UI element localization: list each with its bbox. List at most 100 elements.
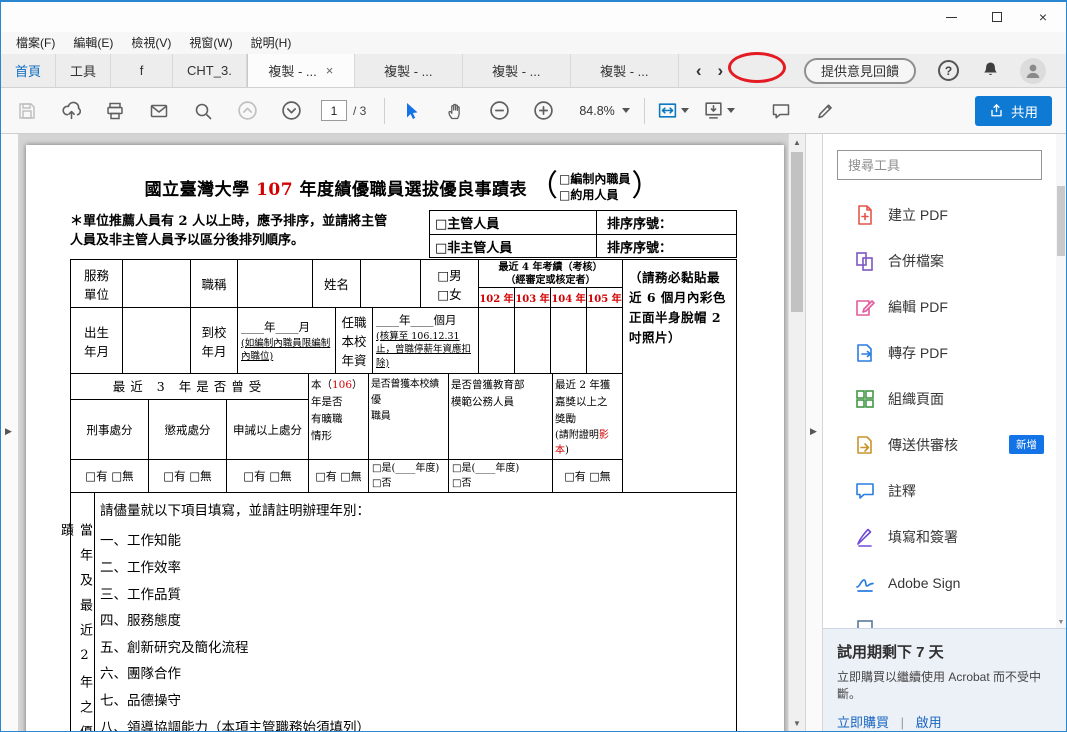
row-identity: 服務 單位 職稱 姓名 □男 □女 最近 4 年考績（考核） （經審定或核定者）… [71, 260, 622, 309]
tool-create-pdf[interactable]: 建立 PDF [823, 192, 1066, 238]
achievements-section: 當年及最近2年之優良事蹟 請儘量就以下項目填寫，並請註明辦理年別： 一、工作知能… [58, 493, 737, 731]
tabbar: 首頁 工具 f CHT_3. 複製 - ... × 複製 - ... 複製 - … [1, 54, 1066, 88]
help-icon[interactable]: ? [938, 60, 959, 81]
next-tabs-arrow-icon[interactable]: › [715, 61, 727, 81]
menu-window[interactable]: 視窗(W) [180, 32, 241, 54]
doc-tab-1[interactable]: f [111, 54, 174, 87]
notification-bell-icon[interactable] [981, 60, 1000, 82]
disciplinary-punishment-header: 懲戒處分 [149, 400, 227, 460]
menu-edit[interactable]: 編輯(E) [64, 32, 122, 54]
tool-organize-pages[interactable]: 組織頁面 [823, 376, 1066, 422]
minimize-button[interactable] [928, 2, 974, 32]
open-left-panel-icon[interactable]: ▶ [5, 426, 12, 437]
menu-help[interactable]: 說明(H) [242, 32, 301, 54]
select-tool-button[interactable] [397, 97, 425, 125]
doc-tab-6[interactable]: 複製 - ... [571, 54, 679, 87]
doc-tab-4[interactable]: 複製 - ... [355, 54, 463, 87]
tool-combine-files[interactable]: 合併檔案 [823, 238, 1066, 284]
new-badge: 新增 [1009, 435, 1044, 454]
cloud-upload-button[interactable] [57, 97, 85, 125]
tools-panel-scrollbar[interactable]: ▼ [1056, 134, 1066, 628]
buy-now-link[interactable]: 立即購買 [837, 715, 889, 730]
grade-year-103: 103 年 [515, 288, 551, 308]
note-and-rank-band: ＊單位推薦人員有 2 人以上時，應予排序，並請將主管 人員及非主管人員予以區分後… [70, 210, 737, 259]
document-scrollbar[interactable]: ▲ ▼ [788, 134, 805, 731]
cell-name-label: 姓名 [313, 260, 361, 308]
title-checkbox-options: □編制內職員 □約用人員 [559, 172, 631, 203]
doc-tab-5[interactable]: 複製 - ... [463, 54, 571, 87]
titlebar: × [1, 2, 1066, 32]
tool-adobe-sign[interactable]: Adobe Sign [823, 560, 1066, 606]
export-pdf-icon [854, 342, 876, 364]
criminal-punishment-header: 刑事處分 [71, 400, 149, 460]
collapse-tools-panel-icon[interactable]: ▶ [810, 426, 817, 437]
user-avatar[interactable] [1020, 57, 1046, 84]
zoom-out-button[interactable] [485, 97, 513, 125]
doc-tab-3-active[interactable]: 複製 - ... × [246, 54, 355, 87]
chevron-down-icon [621, 108, 630, 113]
email-button[interactable] [145, 97, 173, 125]
print-button[interactable] [101, 97, 129, 125]
tab-tools[interactable]: 工具 [56, 54, 112, 87]
link-divider: | [900, 714, 905, 730]
comment-button[interactable] [767, 97, 795, 125]
page-number-input[interactable] [321, 100, 347, 121]
document-area[interactable]: 國立臺灣大學 107 年度績優職員選拔優良事蹟表 （ □編制內職員 □約用人員 … [19, 134, 788, 731]
page-display-dropdown[interactable] [703, 100, 735, 121]
rank-row-supervisor: □主管人員 排序序號： [430, 211, 736, 235]
tool-partial[interactable] [823, 606, 1066, 630]
tool-list: 建立 PDF 合併檔案 編輯 PDF 轉存 PDF 組織頁面 傳送供審核 新增 … [823, 192, 1066, 630]
fit-width-dropdown[interactable] [657, 100, 689, 121]
combine-files-icon [854, 250, 876, 272]
grade-cell-empty [479, 308, 515, 374]
achievements-prompt: 請儘量就以下項目填寫，並請註明辦理年別： [100, 503, 370, 520]
tool-export-pdf[interactable]: 轉存 PDF [823, 330, 1066, 376]
next-page-button[interactable] [277, 97, 305, 125]
previous-page-button[interactable] [233, 97, 261, 125]
zoom-in-button[interactable] [529, 97, 557, 125]
grade-year-104: 104 年 [551, 288, 587, 308]
tools-scrollbar-thumb[interactable] [1057, 186, 1065, 256]
prev-tabs-arrow-icon[interactable]: ‹ [693, 61, 705, 81]
zoom-level-dropdown[interactable]: 84.8% [573, 100, 635, 122]
recent-3yr-header: 最近 3 年是否曾受 [71, 374, 308, 401]
school-award-header: 是否曾獲本校績優 職員 [369, 374, 448, 461]
share-button[interactable]: 共用 [975, 95, 1052, 126]
merit-award-checkboxes: □有 □無 [564, 470, 611, 484]
cell-service-unit-label: 服務 單位 [71, 260, 123, 308]
cell-job-title-label: 職稱 [191, 260, 238, 308]
comment-tool-icon [854, 480, 876, 502]
search-icon[interactable] [189, 97, 217, 125]
close-tab-icon[interactable]: × [326, 63, 334, 78]
scrollbar-thumb[interactable] [791, 152, 803, 312]
menu-file[interactable]: 檔案(F) [7, 32, 64, 54]
activate-link[interactable]: 啟用 [916, 715, 942, 730]
maximize-button[interactable] [974, 2, 1020, 32]
save-button[interactable] [13, 97, 41, 125]
tool-send-for-review[interactable]: 傳送供審核 新增 [823, 422, 1066, 468]
rank-row-non-supervisor: □非主管人員 排序序號： [430, 234, 736, 258]
right-panel-strip: ▶ [805, 134, 823, 731]
tools-search-input[interactable] [837, 150, 1042, 180]
toolbar-divider [384, 97, 386, 124]
tool-fill-sign[interactable]: 填寫和簽署 [823, 514, 1066, 560]
tool-edit-pdf[interactable]: 編輯 PDF [823, 284, 1066, 330]
cell-birth-label: 出生 年月 [71, 308, 123, 374]
feedback-button[interactable]: 提供意見回饋 [803, 57, 916, 84]
form-main-table: 服務 單位 職稱 姓名 □男 □女 最近 4 年考績（考核） （經審定或核定者）… [70, 259, 737, 494]
doc-tab-2[interactable]: CHT_3. [173, 54, 247, 87]
achievement-item: 三、工作品質 [100, 586, 181, 603]
tool-comment[interactable]: 註釋 [823, 468, 1066, 514]
tools-scroll-down-icon[interactable]: ▼ [1056, 619, 1066, 626]
pdf-page: 國立臺灣大學 107 年度績優職員選拔優良事蹟表 （ □編制內職員 □約用人員 … [26, 145, 784, 731]
menu-view[interactable]: 檢視(V) [122, 32, 180, 54]
grade-cell-empty [515, 308, 551, 374]
trial-panel: 試用期剩下 7 天 立即購買以繼續使用 Acrobat 而不受中斷。 立即購買 … [823, 628, 1066, 731]
pencil-annotate-button[interactable] [811, 97, 839, 125]
hand-tool-button[interactable] [441, 97, 469, 125]
scroll-up-icon[interactable]: ▲ [789, 138, 805, 147]
close-button[interactable]: × [1020, 2, 1066, 32]
cell-name-value [361, 260, 421, 308]
tab-home[interactable]: 首頁 [1, 54, 57, 87]
scroll-down-icon[interactable]: ▼ [789, 719, 805, 728]
